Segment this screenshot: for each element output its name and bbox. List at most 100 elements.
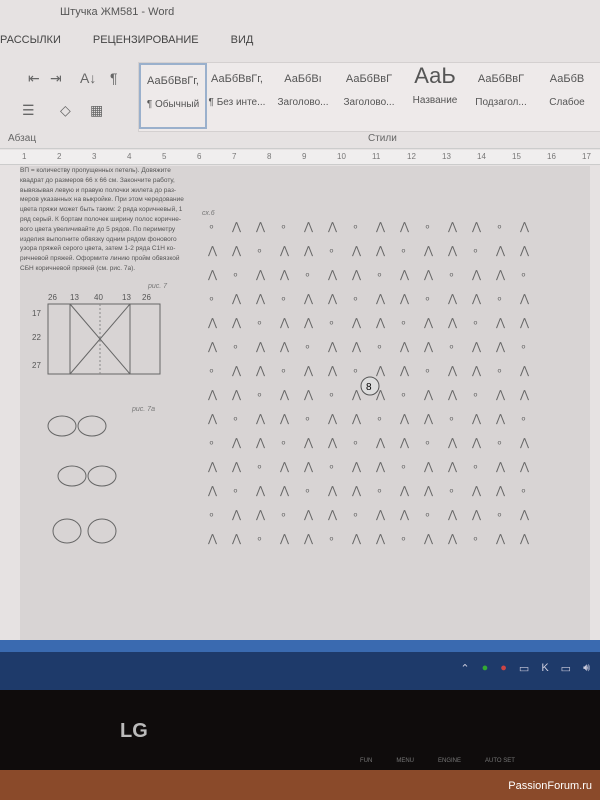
stitch-symbol: ⋀ — [231, 245, 242, 257]
stitch-symbol: ⋀ — [375, 221, 386, 233]
stitch-symbol: ⋀ — [423, 341, 434, 353]
stitch-symbol: ⋀ — [375, 245, 386, 257]
style-sample: АаБбВ — [549, 73, 585, 85]
stitch-symbol: ∘ — [232, 485, 239, 497]
stitch-symbol: ⋀ — [231, 221, 242, 233]
style-3[interactable]: АаБбВвГ Заголово... — [337, 63, 401, 125]
ruler-mark: 15 — [512, 152, 521, 161]
stitch-symbol: ∘ — [496, 509, 503, 521]
tab-review[interactable]: РЕЦЕНЗИРОВАНИЕ — [93, 34, 199, 46]
autoset-button[interactable]: AUTO SET — [485, 758, 515, 764]
style-sample: АаЬ — [414, 63, 456, 88]
stitch-symbol: ⋀ — [447, 317, 458, 329]
style-2[interactable]: АаБбВı Заголово... — [271, 63, 335, 125]
ruler-mark: 12 — [407, 152, 416, 161]
crochet-chart: ∘ ⋀ ⋀ ∘ ⋀ ⋀ ∘ ⋀ ⋀ ∘ ⋀ ⋀ ∘ ⋀ ⋀ ⋀ ∘ ⋀ ⋀ ∘ ⋀ ⋀ ∘ ⋀ ⋀ ∘ ⋀ ⋀ ⋀ ∘ ⋀ ⋀ ∘ ⋀ ⋀ ∘ ⋀ ⋀ ∘ ⋀… — [207, 221, 530, 545]
pilcrow-icon[interactable]: ¶ — [110, 70, 118, 86]
stitch-symbol: ∘ — [304, 413, 311, 425]
body-paragraph: ВП = количеству пропущенных петель). Дов… — [20, 166, 190, 274]
borders-icon[interactable]: ▦ — [90, 102, 103, 119]
stitch-symbol: ⋀ — [399, 485, 410, 497]
stitch-symbol: ⋀ — [351, 245, 362, 257]
stitch-symbol: ∘ — [256, 245, 263, 257]
ribbon: ⇤ ⇥ A↓ ¶ ☰ ◇ ▦ АаБбВвГг, ¶ Обычный АаБбВвГ… — [0, 58, 600, 149]
stitch-symbol: ∘ — [472, 533, 479, 545]
stitch-symbol: ⋀ — [327, 509, 338, 521]
stitch-symbol: ⋀ — [447, 533, 458, 545]
chevron-up-icon[interactable]: ⌃ — [460, 662, 469, 675]
stitch-symbol: ∘ — [520, 485, 527, 497]
style-5[interactable]: АаБбВвГ Подзагол... — [469, 63, 533, 125]
stitch-symbol: ∘ — [472, 317, 479, 329]
stitch-symbol: ⋀ — [231, 365, 242, 377]
engine-button[interactable]: ENGINE — [438, 758, 461, 764]
stitch-symbol: ⋀ — [231, 389, 242, 401]
shading-icon[interactable]: ◇ — [60, 102, 71, 119]
line-spacing-icon[interactable]: ☰ — [22, 102, 35, 119]
style-6[interactable]: АаБбВ Слабое — [535, 63, 599, 125]
increase-indent-icon[interactable]: ⇥ — [50, 70, 62, 87]
decrease-indent-icon[interactable]: ⇤ — [28, 70, 40, 87]
stitch-symbol: ⋀ — [519, 437, 530, 449]
document-page[interactable]: ВП = количеству пропущенных петель). Дов… — [20, 166, 590, 640]
stitch-symbol: ⋀ — [423, 269, 434, 281]
stitch-symbol: ∘ — [400, 245, 407, 257]
stitch-symbol: ⋀ — [255, 437, 266, 449]
ruler-mark: 14 — [477, 152, 486, 161]
stitch-symbol: ⋀ — [423, 245, 434, 257]
record-icon[interactable]: ● — [500, 662, 507, 675]
menu-button[interactable]: MENU — [396, 758, 414, 764]
tab-view[interactable]: ВИД — [231, 34, 254, 46]
network-icon[interactable]: ▭ — [561, 662, 571, 675]
stitch-symbol: ⋀ — [495, 389, 506, 401]
keyboard-icon[interactable]: ▭ — [519, 662, 529, 675]
figure-caption-7a: рис. 7а — [132, 406, 155, 413]
stitch-symbol: ∘ — [208, 437, 215, 449]
stitch-symbol: ⋀ — [471, 365, 482, 377]
stitch-symbol: ∘ — [520, 269, 527, 281]
stitch-symbol: ∘ — [376, 269, 383, 281]
k-icon[interactable]: K — [541, 662, 548, 675]
stitch-symbol: ⋀ — [255, 341, 266, 353]
android-icon[interactable]: ● — [482, 662, 489, 675]
watermark: PassionForum.ru — [508, 780, 592, 792]
stitch-symbol: ⋀ — [375, 317, 386, 329]
stitch-symbol: ∘ — [352, 437, 359, 449]
style-0[interactable]: АаБбВвГг, ¶ Обычный — [139, 63, 207, 129]
stitch-symbol: ∘ — [472, 245, 479, 257]
monitor-buttons: FUN MENU ENGINE AUTO SET — [360, 758, 515, 764]
style-1[interactable]: АаБбВвГг, ¶ Без инте... — [205, 63, 269, 125]
stitch-symbol: ⋀ — [399, 341, 410, 353]
style-4[interactable]: АаЬ Название — [403, 63, 467, 125]
text-line: меров указанных на выкройке. При этом че… — [20, 196, 184, 204]
ribbon-tabs: РАССЫЛКИ РЕЦЕНЗИРОВАНИЕ ВИД — [0, 34, 253, 46]
stitch-symbol: ⋀ — [255, 413, 266, 425]
stitch-symbol: ∘ — [520, 341, 527, 353]
stitch-symbol: ⋀ — [255, 509, 266, 521]
text-line: изделия выполните обвязку одним рядом фо… — [20, 235, 177, 243]
text-line: СБН коричневой пряжей (см. рис. 7а). — [20, 264, 136, 272]
sort-icon[interactable]: A↓ — [80, 70, 96, 86]
style-name: Заголово... — [277, 97, 329, 108]
stitch-symbol: ∘ — [448, 413, 455, 425]
stitch-symbol: ⋀ — [279, 389, 290, 401]
stitch-symbol: ⋀ — [423, 485, 434, 497]
ruler[interactable]: 1 2 3 4 5 6 7 8 9 10 11 12 13 14 15 16 17 — [0, 150, 600, 165]
stitch-symbol: ∘ — [304, 341, 311, 353]
taskbar: ⌃ ● ● ▭ K ▭ 🔊︎ — [0, 652, 600, 690]
stitch-symbol: ∘ — [424, 365, 431, 377]
stitch-symbol: ⋀ — [255, 485, 266, 497]
stitch-symbol: ⋀ — [447, 437, 458, 449]
figure-caption-7: рис. 7 — [148, 283, 168, 290]
stitch-symbol: ⋀ — [447, 365, 458, 377]
tab-mailings[interactable]: РАССЫЛКИ — [0, 34, 61, 46]
stitch-symbol: ∘ — [232, 269, 239, 281]
fun-button[interactable]: FUN — [360, 758, 372, 764]
stitch-symbol: ∘ — [280, 221, 287, 233]
text-line: ряд серый. К бортам полочек ширину полос… — [20, 215, 182, 223]
stitch-symbol: ∘ — [256, 317, 263, 329]
stitch-symbol: ⋀ — [519, 317, 530, 329]
stitch-symbol: ∘ — [280, 509, 287, 521]
volume-icon[interactable]: 🔊︎ — [583, 662, 590, 675]
style-sample: АаБбВвГ — [477, 73, 525, 85]
